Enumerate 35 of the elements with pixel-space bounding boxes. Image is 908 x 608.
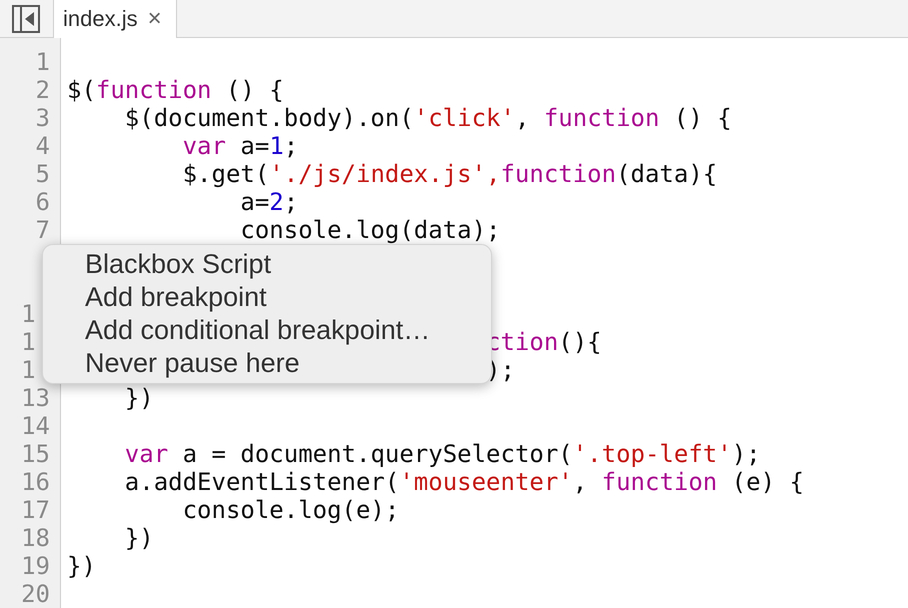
code-line: $.get('./js/index.js',function(data){ bbox=[182, 160, 718, 188]
menu-item[interactable]: Add breakpoint bbox=[43, 281, 491, 314]
close-icon[interactable]: × bbox=[148, 7, 162, 31]
code-line: }) bbox=[67, 552, 96, 580]
line-number: 15 bbox=[21, 440, 50, 468]
line-number: 3 bbox=[36, 104, 50, 132]
code-line: var a = document.querySelector('.top-left'); bbox=[124, 440, 761, 468]
line-number: 19 bbox=[21, 552, 50, 580]
code-line: console.log(e); bbox=[182, 496, 400, 524]
line-number: 1 bbox=[21, 356, 36, 384]
line-number: 14 bbox=[21, 412, 50, 440]
line-number: 1 bbox=[21, 300, 36, 328]
code-line: console.log(data); bbox=[240, 216, 500, 244]
code-line: var a=1; bbox=[182, 132, 298, 160]
file-tab[interactable]: index.js × bbox=[53, 0, 177, 38]
line-number: 16 bbox=[21, 468, 50, 496]
line-number: 20 bbox=[21, 580, 50, 608]
line-number: 7 bbox=[36, 216, 50, 244]
line-number: 18 bbox=[21, 524, 50, 552]
line-number: 4 bbox=[36, 132, 50, 160]
line-number: 13 bbox=[21, 384, 50, 412]
code-line: $(function () { bbox=[67, 76, 284, 104]
menu-item[interactable]: Blackbox Script bbox=[43, 248, 491, 281]
code-line: a.addEventListener('mouseenter', function (e) { bbox=[124, 468, 804, 496]
line-number: 1 bbox=[21, 328, 36, 356]
line-number: 5 bbox=[36, 160, 50, 188]
code-line: $(document.body).on('click', function () { bbox=[124, 104, 732, 132]
line-number: 2 bbox=[36, 76, 50, 104]
code-line: }) bbox=[124, 524, 154, 552]
line-number: 1 bbox=[36, 48, 50, 76]
line-number: 17 bbox=[21, 496, 50, 524]
line-number: 6 bbox=[36, 188, 50, 216]
code-line: a=2; bbox=[240, 188, 298, 216]
code-line: }) bbox=[124, 384, 154, 412]
menu-item[interactable]: Add conditional breakpoint… bbox=[43, 314, 491, 347]
